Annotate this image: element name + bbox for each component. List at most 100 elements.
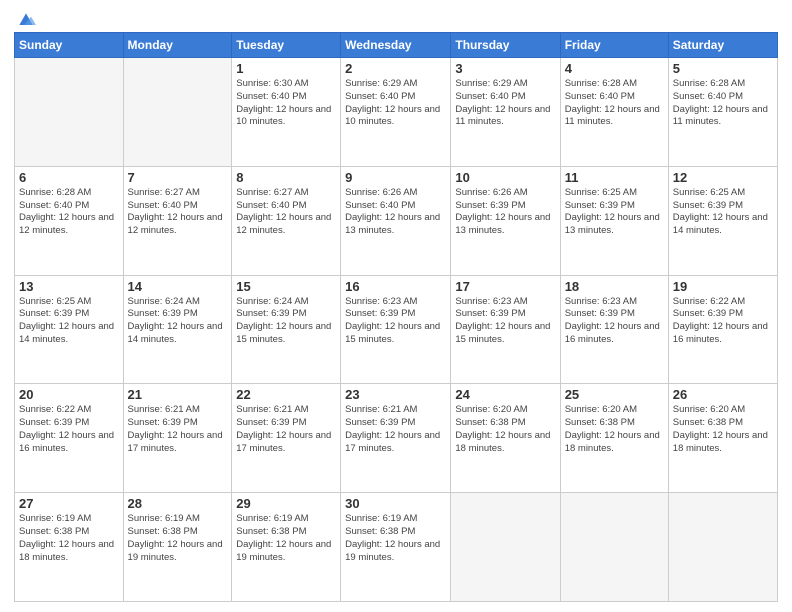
day-number: 2	[345, 61, 446, 76]
calendar-cell: 11 Sunrise: 6:25 AM Sunset: 6:39 PM Dayli…	[560, 166, 668, 275]
day-number: 29	[236, 496, 336, 511]
day-number: 11	[565, 170, 664, 185]
day-info: Sunrise: 6:25 AM Sunset: 6:39 PM Dayligh…	[565, 187, 664, 238]
week-row-3: 13 Sunrise: 6:25 AM Sunset: 6:39 PM Dayli…	[15, 275, 778, 384]
header	[14, 10, 778, 26]
calendar-cell: 25Sunrise: 6:20 AM Sunset: 6:38 PM Dayli…	[560, 384, 668, 493]
day-info: Sunrise: 6:23 AM Sunset: 6:39 PM Dayligh…	[345, 296, 446, 347]
day-number: 26	[673, 387, 773, 402]
week-row-4: 20 Sunrise: 6:22 AM Sunset: 6:39 PM Dayli…	[15, 384, 778, 493]
calendar-cell: 2 Sunrise: 6:29 AM Sunset: 6:40 PM Daylig…	[341, 58, 451, 167]
calendar-cell: 17 Sunrise: 6:23 AM Sunset: 6:39 PM Dayli…	[451, 275, 560, 384]
calendar-cell: 18 Sunrise: 6:23 AM Sunset: 6:39 PM Dayli…	[560, 275, 668, 384]
day-number: 20	[19, 387, 119, 402]
calendar-cell: 22 Sunrise: 6:21 AM Sunset: 6:39 PM Dayli…	[232, 384, 341, 493]
day-info: Sunrise: 6:21 AM Sunset: 6:39 PM Dayligh…	[236, 404, 336, 455]
day-number: 23	[345, 387, 446, 402]
day-number: 28	[128, 496, 228, 511]
day-info: Sunrise: 6:20 AM Sunset: 6:38 PM Dayligh…	[673, 404, 773, 455]
calendar-cell: 5 Sunrise: 6:28 AM Sunset: 6:40 PM Daylig…	[668, 58, 777, 167]
calendar-cell: 6 Sunrise: 6:28 AM Sunset: 6:40 PM Daylig…	[15, 166, 124, 275]
day-number: 30	[345, 496, 446, 511]
calendar-cell	[560, 493, 668, 602]
day-info: Sunrise: 6:28 AM Sunset: 6:40 PM Dayligh…	[673, 78, 773, 129]
calendar-table: SundayMondayTuesdayWednesdayThursdayFrid…	[14, 32, 778, 602]
day-info: Sunrise: 6:25 AM Sunset: 6:39 PM Dayligh…	[19, 296, 119, 347]
day-info: Sunrise: 6:24 AM Sunset: 6:39 PM Dayligh…	[236, 296, 336, 347]
day-number: 1	[236, 61, 336, 76]
day-info: Sunrise: 6:19 AM Sunset: 6:38 PM Dayligh…	[19, 513, 119, 564]
day-number: 21	[128, 387, 228, 402]
calendar-cell: 26 Sunrise: 6:20 AM Sunset: 6:38 PM Dayli…	[668, 384, 777, 493]
calendar-cell: 27 Sunrise: 6:19 AM Sunset: 6:38 PM Dayli…	[15, 493, 124, 602]
calendar-cell	[15, 58, 124, 167]
day-number: 9	[345, 170, 446, 185]
calendar-cell: 29 Sunrise: 6:19 AM Sunset: 6:38 PM Dayli…	[232, 493, 341, 602]
day-number: 12	[673, 170, 773, 185]
day-number: 6	[19, 170, 119, 185]
day-number: 10	[455, 170, 555, 185]
week-row-5: 27 Sunrise: 6:19 AM Sunset: 6:38 PM Dayli…	[15, 493, 778, 602]
col-header-saturday: Saturday	[668, 33, 777, 58]
logo	[14, 10, 36, 26]
calendar-cell: 20 Sunrise: 6:22 AM Sunset: 6:39 PM Dayli…	[15, 384, 124, 493]
week-row-1: 1Sunrise: 6:30 AM Sunset: 6:40 PM Daylig…	[15, 58, 778, 167]
day-info: Sunrise: 6:26 AM Sunset: 6:39 PM Dayligh…	[455, 187, 555, 238]
day-info: Sunrise: 6:21 AM Sunset: 6:39 PM Dayligh…	[345, 404, 446, 455]
day-number: 7	[128, 170, 228, 185]
day-info: Sunrise: 6:28 AM Sunset: 6:40 PM Dayligh…	[565, 78, 664, 129]
day-info: Sunrise: 6:25 AM Sunset: 6:39 PM Dayligh…	[673, 187, 773, 238]
day-info: Sunrise: 6:19 AM Sunset: 6:38 PM Dayligh…	[236, 513, 336, 564]
day-info: Sunrise: 6:28 AM Sunset: 6:40 PM Dayligh…	[19, 187, 119, 238]
day-info: Sunrise: 6:24 AM Sunset: 6:39 PM Dayligh…	[128, 296, 228, 347]
calendar-cell: 30 Sunrise: 6:19 AM Sunset: 6:38 PM Dayli…	[341, 493, 451, 602]
day-number: 22	[236, 387, 336, 402]
day-number: 13	[19, 279, 119, 294]
day-number: 17	[455, 279, 555, 294]
calendar-cell: 16 Sunrise: 6:23 AM Sunset: 6:39 PM Dayli…	[341, 275, 451, 384]
col-header-wednesday: Wednesday	[341, 33, 451, 58]
day-info: Sunrise: 6:23 AM Sunset: 6:39 PM Dayligh…	[565, 296, 664, 347]
calendar-cell: 1Sunrise: 6:30 AM Sunset: 6:40 PM Daylig…	[232, 58, 341, 167]
day-number: 4	[565, 61, 664, 76]
day-number: 18	[565, 279, 664, 294]
calendar-cell: 14 Sunrise: 6:24 AM Sunset: 6:39 PM Dayli…	[123, 275, 232, 384]
calendar-cell: 12 Sunrise: 6:25 AM Sunset: 6:39 PM Dayli…	[668, 166, 777, 275]
calendar-cell	[668, 493, 777, 602]
logo-icon	[16, 10, 36, 30]
day-number: 5	[673, 61, 773, 76]
calendar-cell: 4 Sunrise: 6:28 AM Sunset: 6:40 PM Daylig…	[560, 58, 668, 167]
day-number: 19	[673, 279, 773, 294]
calendar-cell: 23 Sunrise: 6:21 AM Sunset: 6:39 PM Dayli…	[341, 384, 451, 493]
day-info: Sunrise: 6:21 AM Sunset: 6:39 PM Dayligh…	[128, 404, 228, 455]
calendar-cell: 15 Sunrise: 6:24 AM Sunset: 6:39 PM Dayli…	[232, 275, 341, 384]
day-info: Sunrise: 6:19 AM Sunset: 6:38 PM Dayligh…	[345, 513, 446, 564]
day-number: 8	[236, 170, 336, 185]
calendar-cell: 28 Sunrise: 6:19 AM Sunset: 6:38 PM Dayli…	[123, 493, 232, 602]
day-info: Sunrise: 6:29 AM Sunset: 6:40 PM Dayligh…	[455, 78, 555, 129]
col-header-friday: Friday	[560, 33, 668, 58]
day-number: 27	[19, 496, 119, 511]
day-info: Sunrise: 6:23 AM Sunset: 6:39 PM Dayligh…	[455, 296, 555, 347]
calendar-cell: 19 Sunrise: 6:22 AM Sunset: 6:39 PM Dayli…	[668, 275, 777, 384]
day-number: 24	[455, 387, 555, 402]
calendar-page: SundayMondayTuesdayWednesdayThursdayFrid…	[0, 0, 792, 612]
day-number: 15	[236, 279, 336, 294]
day-info: Sunrise: 6:19 AM Sunset: 6:38 PM Dayligh…	[128, 513, 228, 564]
day-info: Sunrise: 6:29 AM Sunset: 6:40 PM Dayligh…	[345, 78, 446, 129]
day-info: Sunrise: 6:27 AM Sunset: 6:40 PM Dayligh…	[128, 187, 228, 238]
calendar-cell: 3 Sunrise: 6:29 AM Sunset: 6:40 PM Daylig…	[451, 58, 560, 167]
calendar-cell: 10 Sunrise: 6:26 AM Sunset: 6:39 PM Dayli…	[451, 166, 560, 275]
calendar-cell: 21 Sunrise: 6:21 AM Sunset: 6:39 PM Dayli…	[123, 384, 232, 493]
day-info: Sunrise: 6:26 AM Sunset: 6:40 PM Dayligh…	[345, 187, 446, 238]
day-info: Sunrise: 6:22 AM Sunset: 6:39 PM Dayligh…	[19, 404, 119, 455]
calendar-cell: 8Sunrise: 6:27 AM Sunset: 6:40 PM Daylig…	[232, 166, 341, 275]
day-number: 3	[455, 61, 555, 76]
week-row-2: 6 Sunrise: 6:28 AM Sunset: 6:40 PM Daylig…	[15, 166, 778, 275]
day-info: Sunrise: 6:22 AM Sunset: 6:39 PM Dayligh…	[673, 296, 773, 347]
day-number: 16	[345, 279, 446, 294]
calendar-cell: 7 Sunrise: 6:27 AM Sunset: 6:40 PM Daylig…	[123, 166, 232, 275]
col-header-tuesday: Tuesday	[232, 33, 341, 58]
day-number: 14	[128, 279, 228, 294]
calendar-cell: 24Sunrise: 6:20 AM Sunset: 6:38 PM Dayli…	[451, 384, 560, 493]
